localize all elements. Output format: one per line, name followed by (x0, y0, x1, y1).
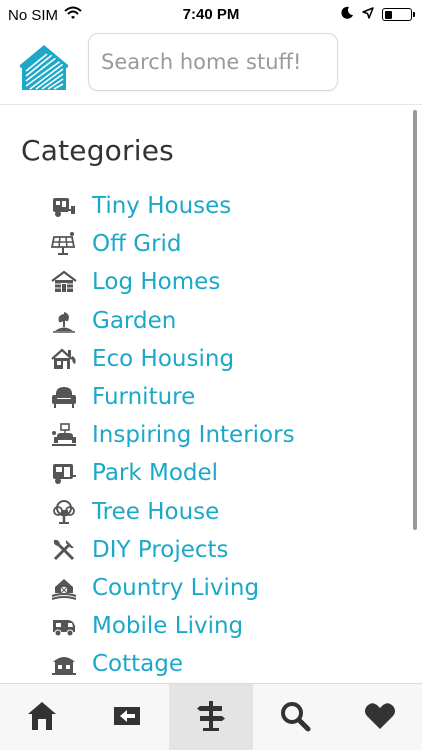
category-label: Furniture (92, 384, 196, 411)
back-icon (110, 699, 144, 737)
category-label: Tiny Houses (92, 193, 232, 220)
category-label: Country Living (92, 574, 260, 601)
category-label: Inspiring Interiors (92, 422, 295, 449)
log-cabin-icon (51, 269, 77, 295)
category-item-log-homes[interactable]: Log Homes (0, 263, 412, 301)
park-model-icon (51, 460, 77, 486)
interior-icon (51, 422, 77, 448)
scrollbar[interactable] (413, 110, 417, 530)
category-label: Park Model (92, 460, 219, 487)
category-label: Cottage (92, 651, 184, 678)
tab-heart[interactable] (338, 684, 422, 750)
category-item-garden[interactable]: Garden (0, 302, 412, 340)
category-label: Mobile Living (92, 613, 244, 640)
app-header (0, 30, 422, 105)
category-item-park-model[interactable]: Park Model (0, 454, 412, 492)
category-label: Log Homes (92, 269, 221, 296)
status-bar: No SIM 7:40 PM (0, 0, 422, 30)
house-logo-icon[interactable] (19, 44, 69, 92)
plant-icon (51, 308, 77, 334)
categories-panel: Categories Tiny Houses Off Grid Log Homes G… (0, 105, 412, 683)
camper-van-icon (51, 613, 77, 639)
category-label: Tree House (92, 498, 220, 525)
categories-title: Categories (21, 134, 174, 167)
tree-house-icon (51, 499, 77, 525)
tab-search[interactable] (253, 684, 337, 750)
app-screen: No SIM 7:40 PM Search home stuff! Catego… (0, 0, 422, 750)
status-right (341, 6, 415, 23)
location-arrow-icon (362, 6, 374, 23)
battery-icon (382, 8, 415, 21)
home-icon (25, 699, 59, 737)
category-item-eco-housing[interactable]: Eco Housing (0, 340, 412, 378)
armchair-icon (51, 384, 77, 410)
battery-level (384, 10, 392, 19)
tiny-house-trailer-icon (51, 193, 77, 219)
category-item-country-living[interactable]: Country Living (0, 569, 412, 607)
category-label: DIY Projects (92, 536, 229, 563)
category-item-tree-house[interactable]: Tree House (0, 493, 412, 531)
category-item-inspiring-interiors[interactable]: Inspiring Interiors (0, 416, 412, 454)
moon-icon (341, 6, 354, 23)
category-label: Off Grid (92, 231, 182, 258)
category-item-tiny-houses[interactable]: Tiny Houses (0, 187, 412, 225)
category-item-mobile-living[interactable]: Mobile Living (0, 607, 412, 645)
category-item-cottage[interactable]: Cottage (0, 645, 412, 683)
category-item-off-grid[interactable]: Off Grid (0, 225, 412, 263)
tab-signpost[interactable] (168, 684, 254, 750)
search-box[interactable] (88, 33, 338, 91)
category-item-furniture[interactable]: Furniture (0, 378, 412, 416)
cottage-icon (51, 651, 77, 677)
category-label: Eco Housing (92, 345, 235, 372)
search-input[interactable] (89, 34, 337, 90)
search-icon (278, 699, 312, 737)
bottom-tab-bar (0, 683, 422, 750)
category-item-diy-projects[interactable]: DIY Projects (0, 531, 412, 569)
eco-house-icon (51, 346, 77, 372)
category-label: Garden (92, 307, 177, 334)
category-list: Tiny Houses Off Grid Log Homes Garden Eco Ho… (0, 187, 412, 683)
tab-back[interactable] (84, 684, 168, 750)
tab-home[interactable] (0, 684, 84, 750)
tools-icon (51, 537, 77, 563)
barn-icon (51, 575, 77, 601)
signpost-icon (194, 699, 228, 737)
solar-panel-icon (51, 231, 77, 257)
heart-icon (363, 699, 397, 737)
